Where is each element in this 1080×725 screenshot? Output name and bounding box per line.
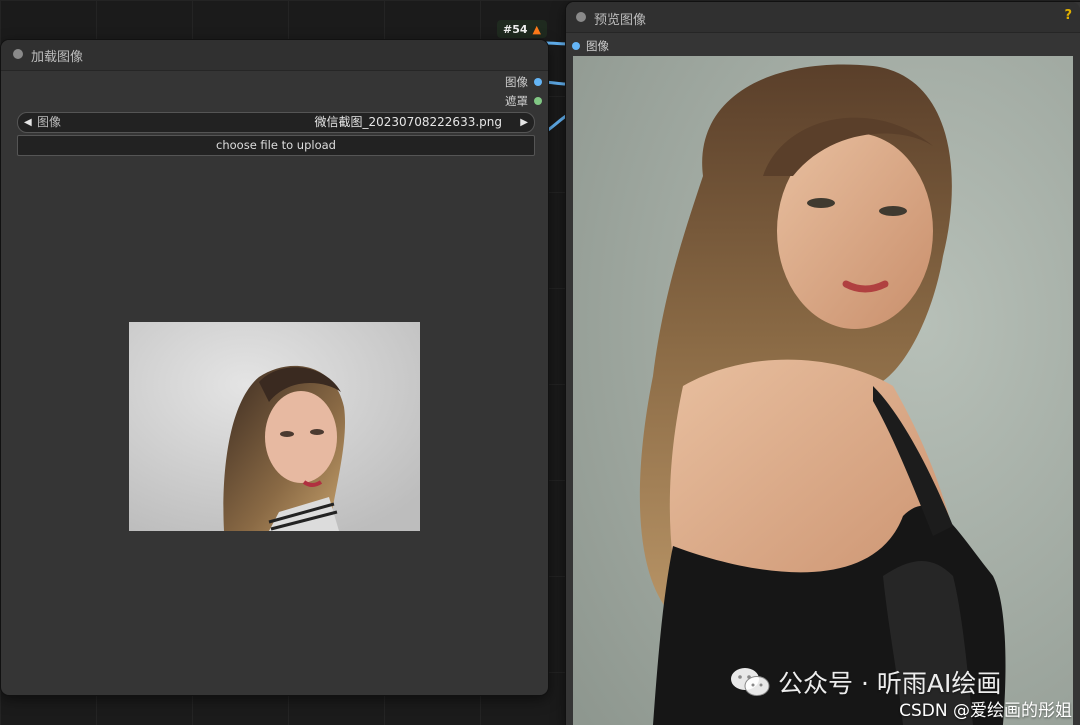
output-slot-image[interactable]: 图像 — [505, 73, 542, 91]
watermark-text: 公众号 · 听雨AI绘画 — [778, 669, 1002, 698]
preview-image — [573, 56, 1073, 725]
image-combo-widget[interactable]: ◀ 图像 微信截图_20230708222633.png ▶ — [17, 112, 535, 133]
node-title-bar[interactable]: 加载图像 — [1, 40, 548, 71]
output-dot-icon[interactable] — [534, 97, 542, 105]
node-title-bar[interactable]: 预览图像 ? — [566, 2, 1080, 33]
watermark: 公众号 · 听雨AI绘画 — [730, 664, 1001, 700]
loaded-image-thumbnail — [129, 322, 420, 531]
combo-label: 图像 — [37, 115, 62, 129]
node-title: 加载图像 — [31, 50, 84, 65]
load-image-node[interactable]: 加载图像 图像 遮罩 ◀ 图像 微信截图_20230708222633.png … — [1, 40, 548, 695]
output-slot-mask[interactable]: 遮罩 — [505, 92, 542, 110]
output-dot-icon[interactable] — [534, 78, 542, 86]
arrow-left-icon[interactable]: ◀ — [24, 113, 32, 132]
help-icon[interactable]: ? — [1064, 8, 1072, 23]
node-title: 预览图像 — [594, 13, 647, 28]
input-slot-image[interactable]: 图像 — [572, 38, 609, 54]
arrow-right-icon[interactable]: ▶ — [520, 113, 528, 132]
collapse-dot-icon[interactable] — [576, 12, 586, 22]
wechat-icon — [731, 668, 770, 696]
output-slot-label: 遮罩 — [505, 94, 528, 108]
input-dot-icon[interactable] — [572, 42, 580, 50]
input-slot-label: 图像 — [586, 39, 609, 53]
preview-image-node[interactable]: 预览图像 ? 图像 — [566, 2, 1080, 725]
node-id-badge: #54 ▲ — [497, 20, 547, 38]
output-slot-label: 图像 — [505, 75, 528, 89]
upload-button[interactable]: choose file to upload — [17, 135, 535, 156]
combo-value[interactable]: 微信截图_20230708222633.png — [314, 113, 502, 132]
collapse-dot-icon[interactable] — [13, 49, 23, 59]
node-id-text: #54 — [503, 22, 528, 36]
csdn-watermark: CSDN @爱绘画的彤姐 — [899, 701, 1072, 721]
fox-icon: ▲ — [532, 22, 541, 36]
